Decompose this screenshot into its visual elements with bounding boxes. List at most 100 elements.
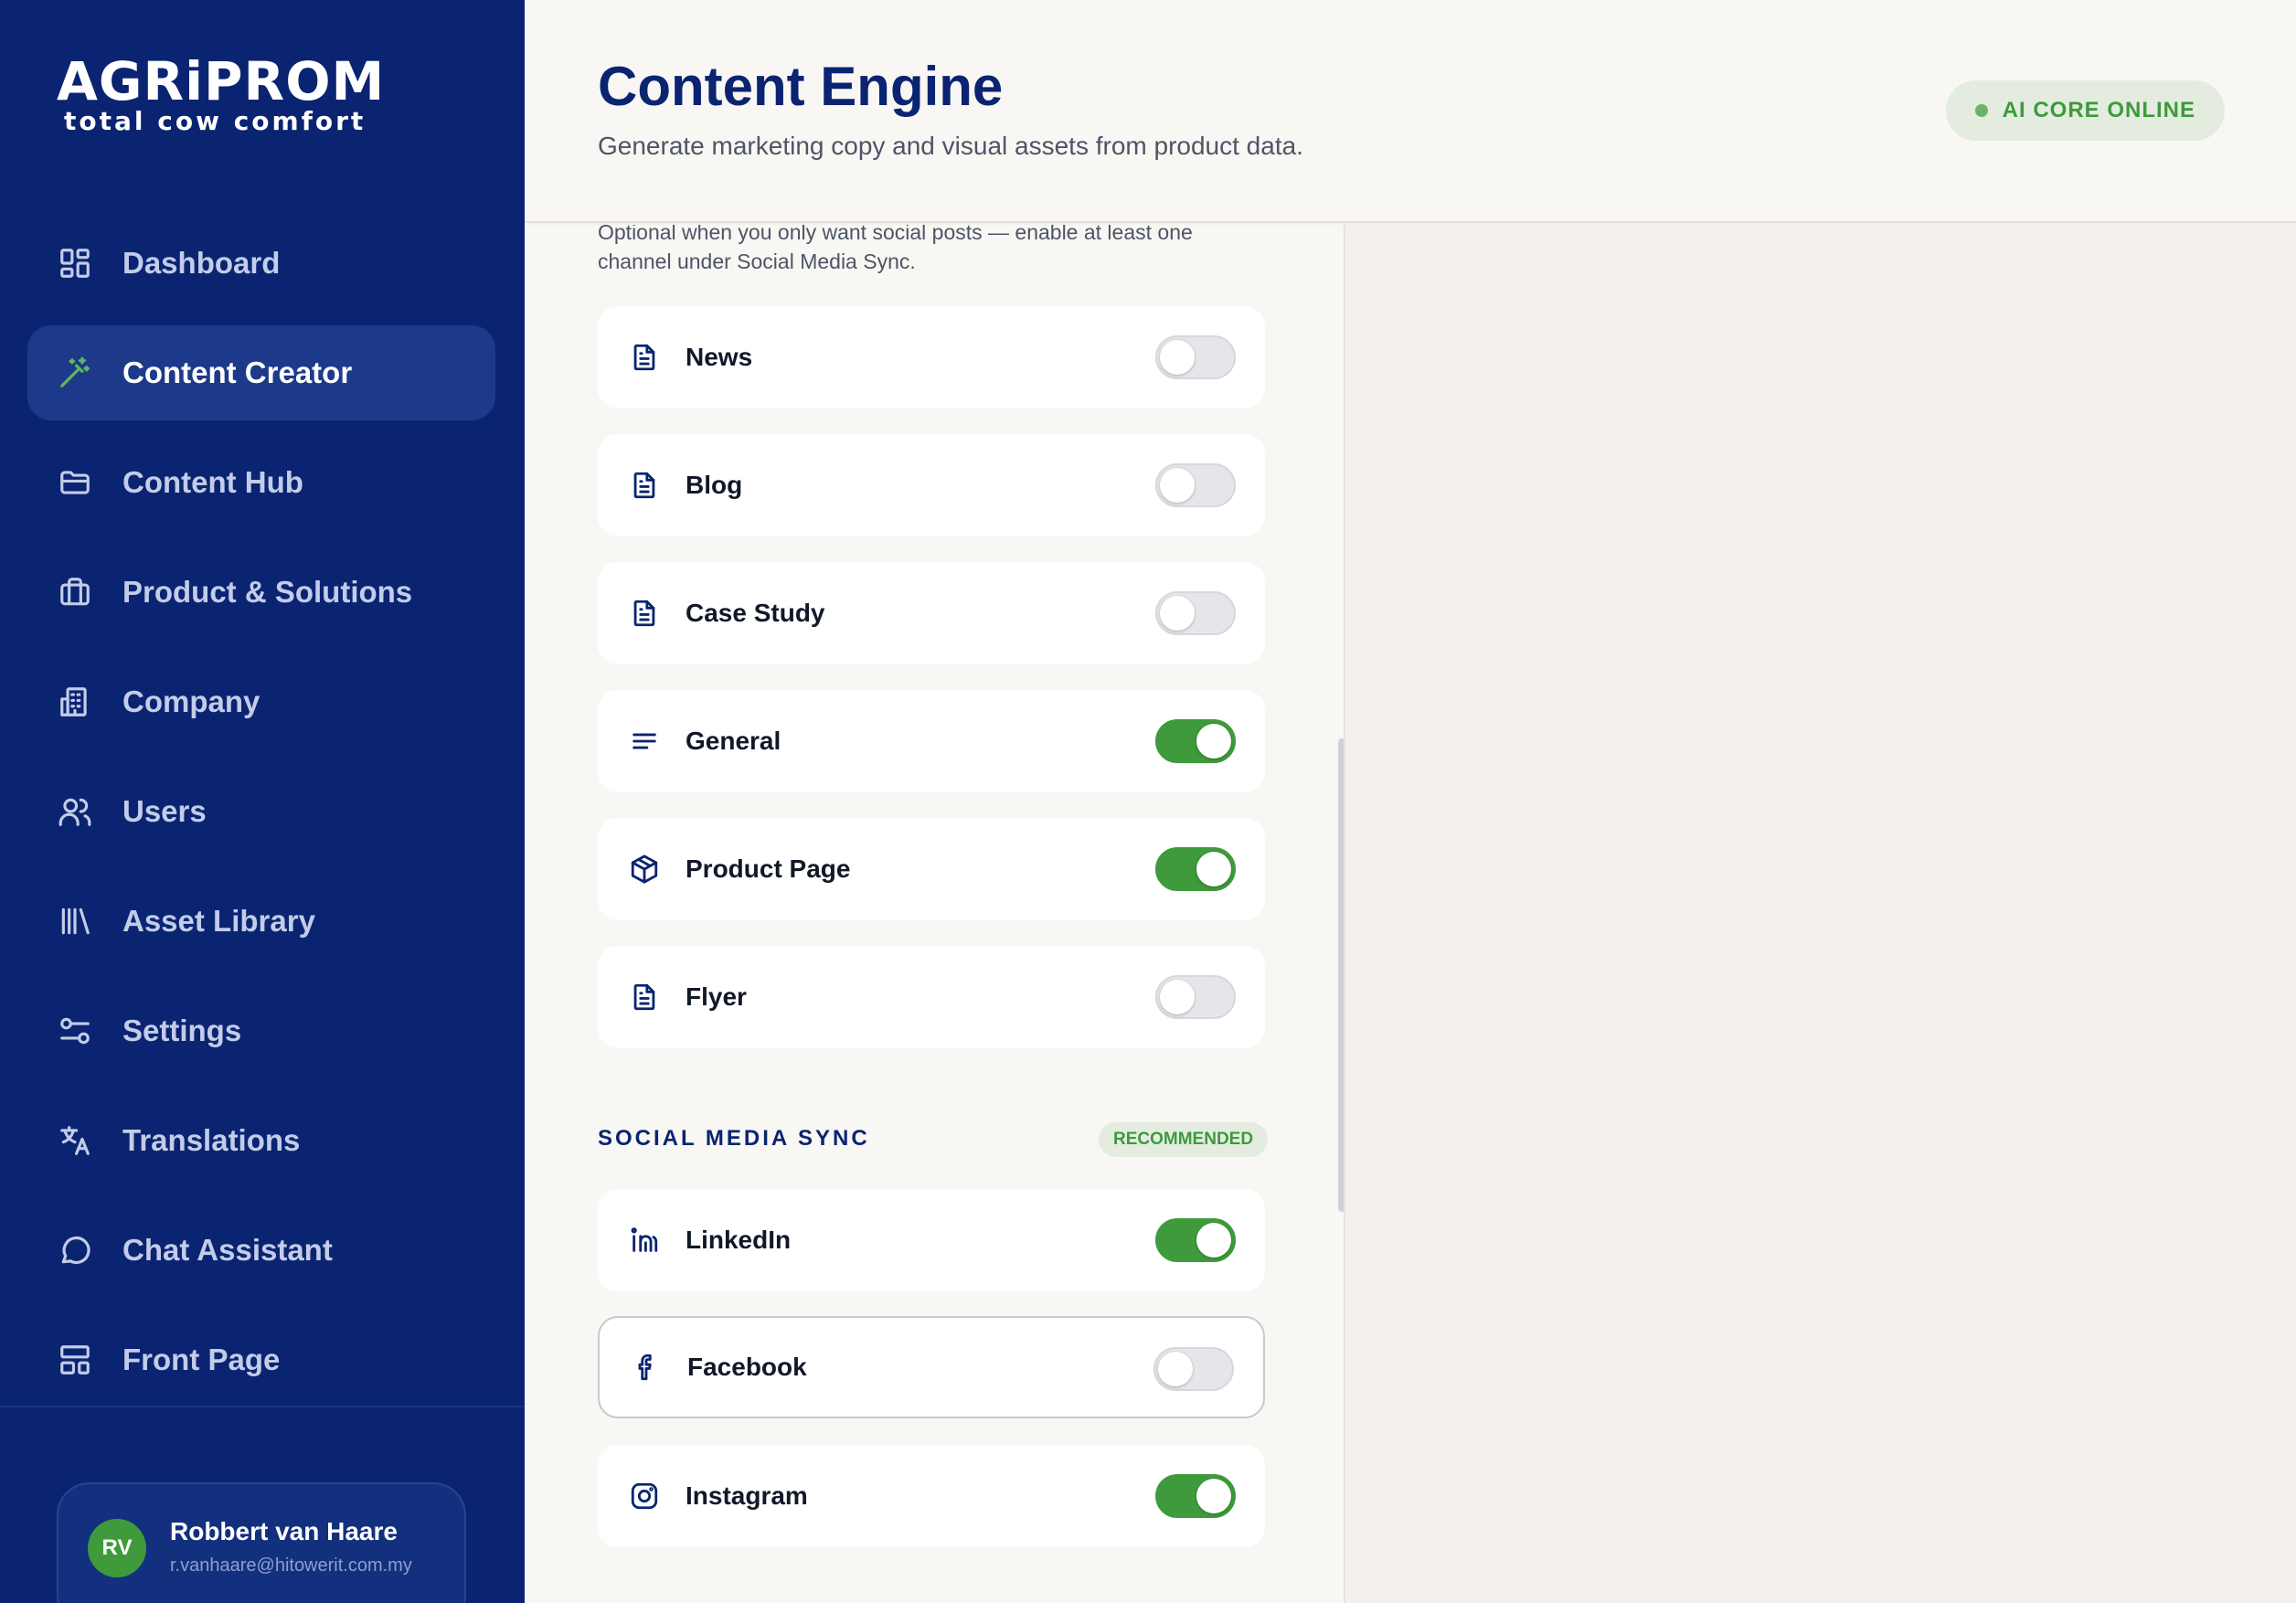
sidebar-item-label: Company: [122, 685, 260, 718]
content-type-row-product-page[interactable]: Product Page: [598, 818, 1265, 920]
document-icon: [627, 468, 662, 503]
social-channel-label: Facebook: [687, 1353, 807, 1381]
content-type-label: Product Page: [686, 855, 851, 883]
sidebar-item-label: Content Hub: [122, 465, 303, 499]
sidebar-item-content-hub[interactable]: Content Hub: [27, 435, 495, 530]
status-dot-icon: [1974, 104, 1988, 117]
sidebar-item-translations[interactable]: Translations: [27, 1093, 495, 1188]
content-type-row-news[interactable]: News: [598, 306, 1265, 409]
news-toggle[interactable]: [1155, 335, 1236, 379]
sidebar-item-asset-library[interactable]: Asset Library: [27, 874, 495, 969]
sidebar-divider: [0, 1406, 525, 1407]
content-type-label: General: [686, 727, 781, 755]
content-type-label: Flyer: [686, 982, 747, 1011]
sidebar-item-label: Dashboard: [122, 246, 281, 280]
sidebar-item-content-creator[interactable]: Content Creator: [27, 325, 495, 420]
content-type-row-general[interactable]: General: [598, 690, 1265, 792]
toggle-knob: [1196, 1479, 1231, 1513]
sidebar: AGRiPROM total cow comfort Dashboard Con…: [0, 0, 525, 1603]
sidebar-item-label: Front Page: [122, 1343, 281, 1376]
toggle-knob: [1160, 596, 1195, 631]
general-toggle[interactable]: [1155, 719, 1236, 763]
sidebar-item-users[interactable]: Users: [27, 764, 495, 859]
sliders-icon: [57, 1013, 93, 1049]
sidebar-item-label: Translations: [122, 1123, 301, 1157]
briefcase-icon: [57, 574, 93, 610]
layout-icon: [57, 1342, 93, 1378]
instagram-icon: [627, 1479, 662, 1513]
toggle-knob: [1196, 724, 1231, 759]
linkedin-toggle[interactable]: [1155, 1218, 1236, 1262]
toggle-knob: [1196, 852, 1231, 886]
sidebar-item-label: Content Creator: [122, 356, 353, 389]
document-icon: [627, 596, 662, 631]
blog-toggle[interactable]: [1155, 463, 1236, 507]
product-page-toggle[interactable]: [1155, 847, 1236, 891]
text-lines-icon: [627, 724, 662, 759]
sidebar-item-label: Users: [122, 794, 207, 828]
toggle-knob: [1160, 468, 1195, 503]
document-icon: [627, 980, 662, 1014]
content-type-label: News: [686, 343, 753, 371]
panel-scrollbar[interactable]: [1338, 738, 1344, 1212]
recommended-badge: RECOMMENDED: [1099, 1122, 1269, 1157]
linkedin-icon: [627, 1223, 662, 1258]
content-types-hint: Optional when you only want social posts…: [598, 225, 1193, 273]
toggle-knob: [1158, 1352, 1193, 1386]
sidebar-item-label: Asset Library: [122, 904, 315, 938]
instagram-toggle[interactable]: [1155, 1474, 1236, 1518]
document-icon: [627, 340, 662, 375]
sidebar-item-settings[interactable]: Settings: [27, 983, 495, 1078]
status-badge: AI CORE ONLINE: [1945, 80, 2225, 141]
user-profile-card[interactable]: RV Robbert van Haare r.vanhaare@hitoweri…: [57, 1482, 466, 1603]
content-type-label: Case Study: [686, 599, 825, 627]
box-icon: [627, 852, 662, 886]
social-media-sync-heading: SOCIAL MEDIA SYNC: [598, 1126, 870, 1151]
social-channel-label: LinkedIn: [686, 1226, 792, 1254]
toggle-knob: [1160, 980, 1195, 1014]
content-type-row-flyer[interactable]: Flyer: [598, 946, 1265, 1048]
page-header: Content Engine Generate marketing copy a…: [525, 0, 2296, 223]
sidebar-nav: Dashboard Content Creator Content Hub Pr…: [27, 216, 495, 1422]
magic-wand-icon: [57, 355, 93, 391]
status-text: AI CORE ONLINE: [2002, 98, 2195, 122]
dashboard-icon: [57, 245, 93, 281]
sidebar-item-chat-assistant[interactable]: Chat Assistant: [27, 1203, 495, 1298]
page-title: Content Engine: [598, 56, 1004, 117]
sidebar-item-label: Settings: [122, 1014, 242, 1047]
building-icon: [57, 684, 93, 720]
sidebar-item-front-page[interactable]: Front Page: [27, 1312, 495, 1407]
sidebar-item-company[interactable]: Company: [27, 654, 495, 749]
page-subtitle: Generate marketing copy and visual asset…: [598, 132, 1303, 160]
sidebar-item-label: Chat Assistant: [122, 1233, 333, 1267]
social-row-instagram[interactable]: Instagram: [598, 1445, 1265, 1547]
social-row-facebook[interactable]: Facebook: [598, 1316, 1265, 1418]
user-email: r.vanhaare@hitowerit.com.my: [170, 1555, 412, 1576]
user-name: Robbert van Haare: [170, 1517, 398, 1545]
social-channel-label: Instagram: [686, 1481, 808, 1510]
translate-icon: [57, 1122, 93, 1159]
facebook-toggle[interactable]: [1153, 1347, 1234, 1391]
brand-name: AGRiPROM: [57, 50, 386, 112]
chat-icon: [57, 1232, 93, 1269]
brand-logo[interactable]: AGRiPROM total cow comfort: [57, 55, 385, 135]
content-options-panel: Optional when you only want social posts…: [525, 225, 1345, 1603]
facebook-icon: [629, 1350, 664, 1385]
folder-icon: [57, 464, 93, 501]
content-type-row-case-study[interactable]: Case Study: [598, 562, 1265, 664]
users-icon: [57, 793, 93, 830]
toggle-knob: [1160, 340, 1195, 375]
sidebar-item-product-solutions[interactable]: Product & Solutions: [27, 545, 495, 640]
content-type-label: Blog: [686, 471, 743, 499]
social-row-linkedin[interactable]: LinkedIn: [598, 1189, 1265, 1291]
toggle-knob: [1196, 1223, 1231, 1258]
content-type-row-blog[interactable]: Blog: [598, 434, 1265, 536]
brand-tagline: total cow comfort: [64, 106, 367, 136]
avatar: RV: [88, 1519, 146, 1577]
case-study-toggle[interactable]: [1155, 591, 1236, 635]
flyer-toggle[interactable]: [1155, 975, 1236, 1019]
preview-area: [1347, 225, 2296, 1603]
sidebar-item-dashboard[interactable]: Dashboard: [27, 216, 495, 311]
library-icon: [57, 903, 93, 940]
sidebar-item-label: Product & Solutions: [122, 575, 413, 609]
